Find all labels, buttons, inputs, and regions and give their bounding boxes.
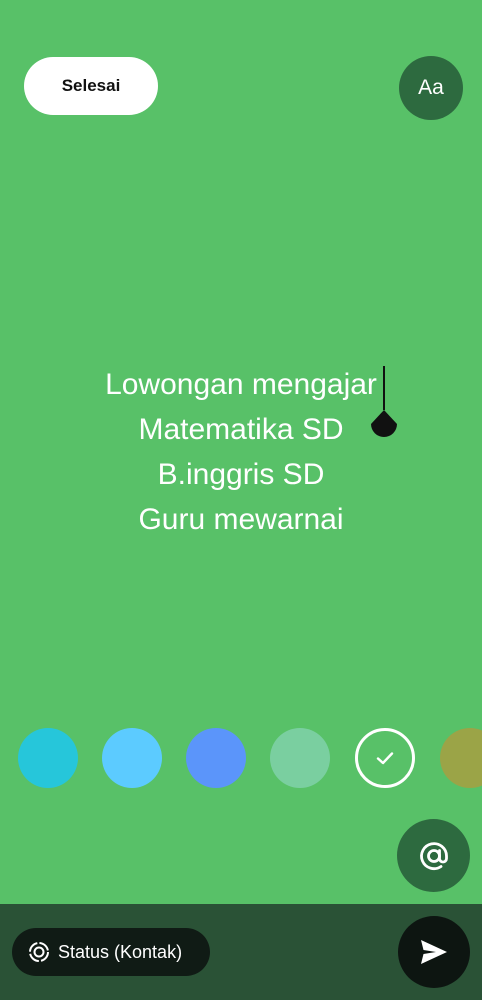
cursor-handle[interactable] (369, 410, 399, 442)
status-text-input[interactable]: Lowongan mengajar Matematika SD B.inggri… (0, 362, 482, 542)
status-text-line: Matematika SD (138, 413, 344, 446)
text-cursor (383, 366, 385, 410)
check-icon (376, 752, 394, 765)
color-swatch-cyan[interactable] (18, 728, 78, 788)
font-style-button[interactable]: Aa (399, 56, 463, 120)
color-swatch-blue[interactable] (186, 728, 246, 788)
mention-button[interactable] (397, 819, 470, 892)
send-button[interactable] (398, 916, 470, 988)
status-text-editor: Selesai Aa Lowongan mengajar Matematika … (0, 0, 482, 1000)
font-style-label: Aa (418, 76, 444, 99)
status-text-line: Lowongan mengajar (105, 368, 377, 401)
color-swatch-olive[interactable] (440, 728, 482, 788)
done-button[interactable]: Selesai (24, 57, 158, 115)
status-text-line: B.inggris SD (157, 458, 325, 491)
status-audience-button[interactable]: Status (Kontak) (12, 928, 210, 976)
send-icon (421, 940, 447, 964)
status-icon (28, 941, 50, 963)
color-palette (0, 728, 482, 790)
at-sign-icon (419, 841, 448, 870)
color-swatch-mint[interactable] (270, 728, 330, 788)
color-swatch-green[interactable] (355, 728, 415, 788)
status-text-line: Guru mewarnai (138, 503, 344, 536)
bottom-bar: Status (Kontak) (0, 904, 482, 1000)
status-audience-label: Status (Kontak) (58, 941, 183, 962)
color-swatch-light-blue[interactable] (102, 728, 162, 788)
